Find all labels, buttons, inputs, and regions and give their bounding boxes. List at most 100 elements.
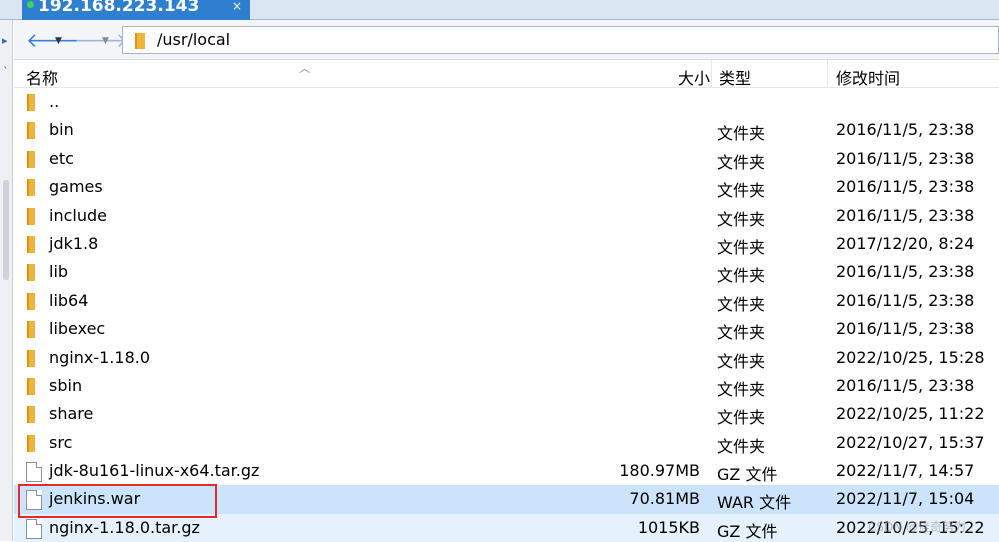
- file-name: libexec: [49, 319, 106, 339]
- file-modified: 2022/11/7, 15:04: [836, 489, 975, 509]
- file-type: 文件夹: [717, 436, 766, 456]
- folder-icon: [27, 264, 35, 282]
- folder-icon: [27, 179, 35, 197]
- file-type: 文件夹: [717, 266, 766, 286]
- path-input[interactable]: /usr/local: [122, 26, 999, 54]
- file-name: lib64: [49, 290, 89, 310]
- file-name: nginx-1.18.0: [49, 347, 151, 367]
- file-modified: 2022/10/25, 15:28: [836, 347, 985, 367]
- tab-close-icon[interactable]: ×: [232, 0, 242, 12]
- left-gutter: ▸ `: [0, 20, 13, 541]
- file-modified: 2016/11/5, 23:38: [836, 319, 975, 339]
- sort-ascending-icon: ︿: [299, 62, 310, 75]
- file-type: 文件夹: [717, 351, 766, 371]
- back-arrow-icon[interactable]: 🡐: [26, 27, 80, 53]
- file-row[interactable]: nginx-1.18.0 文件夹 2022/10/25, 15:28: [14, 344, 999, 372]
- file-row[interactable]: games 文件夹 2016/11/5, 23:38: [14, 173, 999, 201]
- file-type: 文件夹: [717, 124, 766, 144]
- folder-icon: [27, 122, 35, 140]
- folder-icon: [27, 434, 35, 452]
- file-modified: 2016/11/5, 23:38: [836, 177, 975, 197]
- file-icon: [26, 462, 42, 483]
- file-row[interactable]: etc 文件夹 2016/11/5, 23:38: [14, 145, 999, 173]
- file-modified: 2016/11/5, 23:38: [836, 290, 975, 310]
- folder-icon: [27, 406, 35, 424]
- gutter-mark: `: [3, 65, 9, 78]
- file-row[interactable]: bin 文件夹 2016/11/5, 23:38: [14, 116, 999, 144]
- file-type: WAR 文件: [717, 493, 792, 513]
- folder-icon: [27, 349, 35, 367]
- file-modified: 2016/11/5, 23:38: [836, 262, 975, 282]
- folder-icon: [27, 150, 35, 168]
- tab-title: 192.168.223.143: [38, 0, 200, 16]
- file-row[interactable]: jenkins.war 70.81MB WAR 文件 2022/11/7, 15:04: [14, 485, 999, 514]
- file-icon: [26, 490, 42, 511]
- file-row[interactable]: src 文件夹 2022/10/27, 15:37: [14, 429, 999, 457]
- column-header-size[interactable]: 大小: [660, 65, 710, 89]
- file-type: 文件夹: [717, 408, 766, 428]
- column-divider[interactable]: [827, 60, 828, 88]
- file-type: 文件夹: [717, 152, 766, 172]
- folder-icon: [27, 207, 35, 225]
- column-header: 名称 ︿ 大小 类型 修改时间: [14, 60, 999, 88]
- file-name: jdk1.8: [49, 233, 99, 253]
- file-row[interactable]: libexec 文件夹 2016/11/5, 23:38: [14, 315, 999, 343]
- path-text: /usr/local: [157, 30, 231, 49]
- file-row[interactable]: jdk1.8 文件夹 2017/12/20, 8:24: [14, 230, 999, 258]
- folder-icon: [27, 235, 35, 253]
- forward-dropdown-icon[interactable]: ▼: [102, 28, 109, 54]
- file-type: GZ 文件: [717, 465, 778, 485]
- gutter-scroll-thumb[interactable]: [3, 180, 9, 280]
- column-divider[interactable]: [711, 60, 712, 88]
- connected-status-icon: [27, 1, 34, 8]
- file-size: 180.97MB: [619, 461, 700, 481]
- file-name: games: [49, 177, 103, 197]
- folder-icon: [27, 94, 35, 111]
- file-modified: 2016/11/5, 23:38: [836, 148, 975, 168]
- file-list: .. bin 文件夹 2016/11/5, 23:38 etc 文件夹 2016/11/5,…: [14, 88, 999, 542]
- file-name: ..: [49, 92, 60, 111]
- folder-icon: [27, 292, 35, 310]
- column-header-type[interactable]: 类型: [719, 65, 751, 89]
- forward-arrow-icon[interactable]: 🡒: [74, 27, 128, 53]
- folder-icon: [27, 321, 35, 339]
- back-dropdown-icon[interactable]: ▼: [55, 28, 62, 54]
- file-row[interactable]: nginx-1.18.0.tar.gz 1015KB GZ 文件 2022/10/25…: [14, 513, 999, 542]
- file-name: share: [49, 404, 94, 424]
- file-row[interactable]: include 文件夹 2016/11/5, 23:38: [14, 202, 999, 230]
- file-size: 1015KB: [637, 517, 700, 537]
- file-size: 70.81MB: [629, 489, 700, 509]
- column-header-modified[interactable]: 修改时间: [836, 65, 900, 89]
- file-type: GZ 文件: [717, 521, 778, 541]
- file-modified: 2022/11/7, 14:57: [836, 461, 975, 481]
- file-type: 文件夹: [717, 294, 766, 314]
- file-modified: 2016/11/5, 23:38: [836, 120, 975, 140]
- address-toolbar: 🡐 ▼ 🡒 ▼ /usr/local: [14, 20, 999, 60]
- file-row[interactable]: share 文件夹 2022/10/25, 11:22: [14, 400, 999, 428]
- tab-session[interactable]: 192.168.223.143 ×: [22, 0, 250, 20]
- file-modified: 2022/10/25, 11:22: [836, 404, 985, 424]
- expand-icon[interactable]: ▸: [2, 34, 8, 47]
- file-type: 文件夹: [717, 181, 766, 201]
- file-name: etc: [49, 148, 74, 168]
- column-header-name[interactable]: 名称: [26, 65, 58, 89]
- file-name: lib: [49, 262, 69, 282]
- tab-strip: 192.168.223.143 ×: [0, 0, 999, 20]
- folder-icon: [27, 377, 35, 395]
- file-name: src: [49, 432, 73, 452]
- file-modified: 2016/11/5, 23:38: [836, 205, 975, 225]
- folder-icon: [135, 33, 145, 49]
- file-icon: [26, 518, 42, 539]
- watermark: CSDN @佳奇努力: [868, 520, 967, 534]
- file-row[interactable]: lib 文件夹 2016/11/5, 23:38: [14, 258, 999, 286]
- file-name: include: [49, 205, 107, 225]
- file-modified: 2016/11/5, 23:38: [836, 375, 975, 395]
- file-row[interactable]: jdk-8u161-linux-x64.tar.gz 180.97MB GZ 文件 2…: [14, 457, 999, 485]
- file-type: 文件夹: [717, 323, 766, 343]
- file-modified: 2017/12/20, 8:24: [836, 233, 975, 253]
- file-row[interactable]: lib64 文件夹 2016/11/5, 23:38: [14, 287, 999, 315]
- file-name: nginx-1.18.0.tar.gz: [49, 517, 200, 537]
- file-type: 文件夹: [717, 237, 766, 257]
- file-row[interactable]: ..: [14, 88, 999, 116]
- file-row[interactable]: sbin 文件夹 2016/11/5, 23:38: [14, 372, 999, 400]
